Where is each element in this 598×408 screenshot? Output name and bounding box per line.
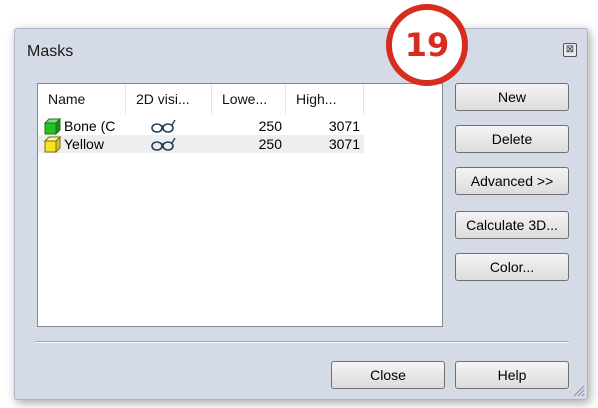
help-button[interactable]: Help [455, 361, 569, 389]
new-button[interactable]: New [455, 83, 569, 111]
mask-lower: 250 [258, 136, 282, 152]
list-item[interactable]: Yellow 250 3071 [38, 135, 364, 153]
mask-name: Yellow [64, 136, 104, 152]
close-icon[interactable]: ⊠ [563, 43, 577, 57]
step-number-badge: 19 [386, 4, 468, 86]
separator [35, 341, 569, 343]
color-button[interactable]: Color... [455, 253, 569, 281]
mask-higher: 3071 [328, 118, 360, 134]
glasses-icon[interactable] [150, 137, 176, 151]
list-header: Name 2D visi... Lowe... High... [38, 84, 442, 114]
dialog-title: Masks [27, 43, 74, 60]
mask-list[interactable]: Name 2D visi... Lowe... High... Bone (C … [37, 83, 443, 327]
column-header-2d-visible[interactable]: 2D visi... [126, 84, 212, 114]
masks-dialog: Masks ⊠ Name 2D visi... Lowe... High... … [14, 28, 588, 400]
glasses-icon[interactable] [150, 119, 176, 133]
green-cube-icon [44, 118, 61, 135]
delete-button[interactable]: Delete [455, 125, 569, 153]
column-header-higher[interactable]: High... [286, 84, 364, 114]
column-header-name[interactable]: Name [38, 84, 126, 114]
advanced-button[interactable]: Advanced >> [455, 167, 569, 195]
mask-lower: 250 [258, 118, 282, 134]
list-item[interactable]: Bone (C 250 3071 [38, 117, 364, 135]
mask-higher: 3071 [328, 136, 360, 152]
close-button[interactable]: Close [331, 361, 445, 389]
resize-grip-icon[interactable] [571, 383, 585, 397]
calculate-3d-button[interactable]: Calculate 3D... [455, 211, 569, 239]
mask-name: Bone (C [64, 118, 116, 134]
column-header-lower[interactable]: Lowe... [212, 84, 286, 114]
yellow-cube-icon [44, 136, 61, 153]
